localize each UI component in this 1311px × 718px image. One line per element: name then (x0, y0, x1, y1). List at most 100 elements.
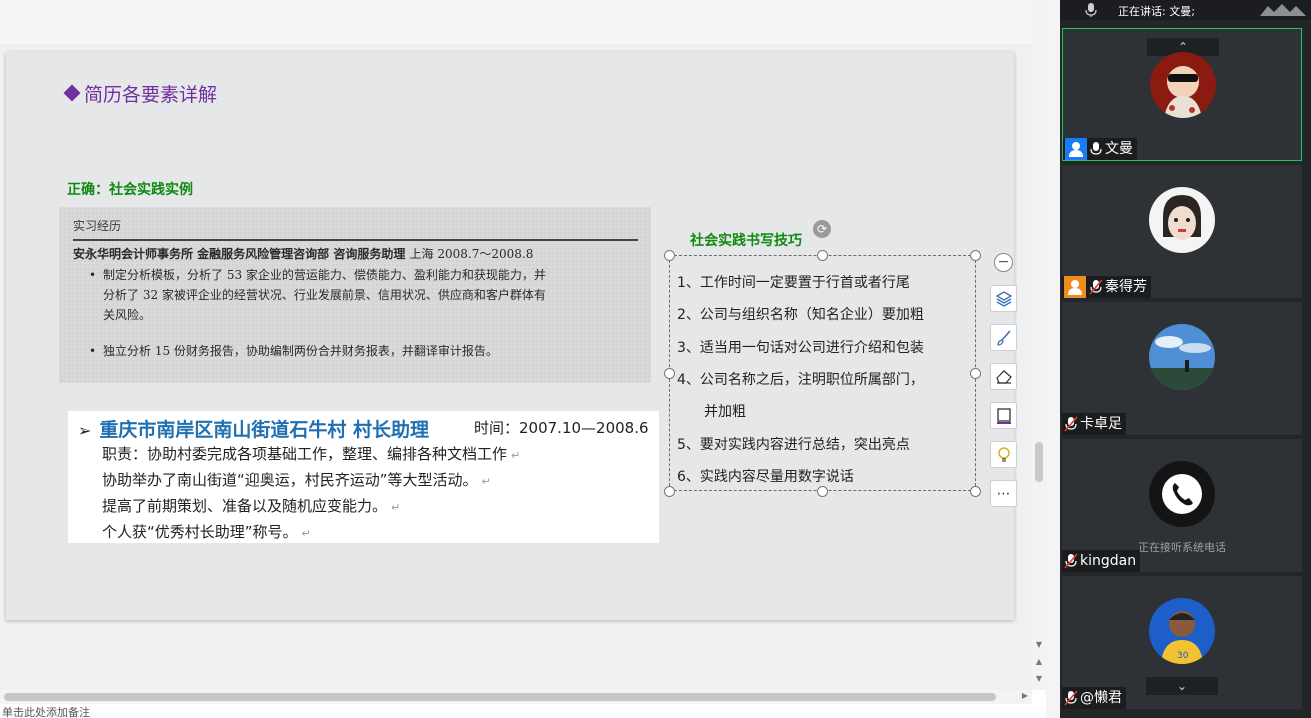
next-page-icon[interactable]: ▼ (1034, 674, 1044, 684)
speaking-bar: 正在讲话: 文曼; (1060, 0, 1311, 20)
avatar-image: 30 (1149, 598, 1215, 664)
muted-microphone-icon (1064, 416, 1078, 432)
prev-page-icon[interactable]: ▲ (1034, 657, 1044, 667)
horizontal-scroll-thumb[interactable] (4, 693, 996, 701)
arrow-bullet-icon: ➢ (78, 421, 92, 440)
tip-item: 5、要对实践内容进行总结，突出亮点 (677, 437, 910, 453)
return-mark-icon: ↵ (511, 449, 521, 462)
scan-bullet-1-line-3: 关风险。 (103, 308, 152, 322)
meeting-panel: 正在讲话: 文曼; ⌃ 文曼 秦得芳 卡卓足 正在接听系统电话 kingdan … (1046, 0, 1311, 718)
lightbulb-button[interactable] (990, 441, 1017, 468)
participant-tile[interactable]: ⌃ 文曼 (1062, 28, 1302, 161)
vertical-scrollbar[interactable]: ▼ ▲ ▼ (1032, 0, 1046, 690)
resize-handle-e[interactable] (970, 368, 981, 379)
screen: 简历各要素详解 正确：社会实践实例 实习经历 安永华明会计师事务所 金融服务风险… (0, 0, 1311, 718)
microphone-icon (1085, 3, 1097, 17)
brush-icon (996, 329, 1011, 346)
participant-name: kingdan (1080, 553, 1137, 569)
village-line-1: 职责：协助村委完成各项基础工作，整理、编排各种文档工作 ↵ (102, 443, 520, 464)
resize-handle-sw[interactable] (664, 486, 675, 497)
village-time: 时间：2007.10—2008.6 (474, 419, 649, 437)
return-mark-icon: ↵ (391, 501, 401, 514)
scan-bullet-1-line-1: 制定分析模板，分析了 53 家企业的营运能力、偿债能力、盈利能力和获现能力，并 (103, 268, 546, 282)
eraser-button[interactable] (990, 363, 1017, 390)
return-mark-icon: ↵ (301, 527, 311, 540)
participant-name-tag: kingdan (1062, 550, 1141, 572)
logo-icon (1260, 4, 1306, 16)
scroll-down-arrow-icon[interactable]: ▼ (1034, 640, 1044, 650)
scan-company: 安永华明会计师事务所 金融服务风险管理咨询部 咨询服务助理 (73, 247, 406, 261)
resize-handle-w[interactable] (664, 368, 675, 379)
microphone-icon (1090, 142, 1102, 155)
scroll-right-arrow-icon[interactable]: ▶ (1020, 691, 1030, 701)
resize-handle-s[interactable] (817, 486, 828, 497)
notes-placeholder[interactable]: 单击此处添加备注 (0, 704, 1046, 718)
resize-handle-nw[interactable] (664, 250, 675, 261)
scan-heading: 实习经历 (73, 219, 122, 233)
resize-handle-ne[interactable] (970, 250, 981, 261)
tip-item: 1、工作时间一定要置于行首或者行尾 (677, 275, 910, 291)
participant-tile[interactable]: 30 ⌄ @懒君 (1062, 576, 1302, 709)
participant-tile[interactable]: 秦得芳 (1062, 165, 1302, 298)
participant-tile[interactable]: 正在接听系统电话 kingdan (1062, 439, 1302, 572)
cohost-badge-icon (1064, 276, 1086, 298)
host-badge-icon (1065, 138, 1087, 160)
editor-top-strip (0, 0, 1032, 46)
village-assistant-image[interactable]: ➢ 重庆市南岸区南山街道石牛村 村长助理 时间：2007.10—2008.6 职责… (68, 411, 659, 543)
avatar-image (1149, 187, 1215, 253)
tips-textbox[interactable]: 1、工作时间一定要置于行首或者行尾 2、公司与组织名称（知名企业）要加粗 3、适… (664, 250, 981, 497)
participant-name-tag: 卡卓足 (1062, 413, 1126, 435)
village-line-2: 协助举办了南山街道“迎奥运，村民齐运动”等大型活动。 ↵ (102, 469, 491, 490)
muted-microphone-icon (1089, 279, 1103, 295)
scan-company-line: 安永华明会计师事务所 金融服务风险管理咨询部 咨询服务助理 上海 2008.7～… (73, 245, 533, 262)
more-icon[interactable]: ⋯ (990, 480, 1017, 507)
vertical-scroll-thumb[interactable] (1035, 442, 1043, 482)
tips-title: 社会实践书写技巧 (690, 233, 802, 249)
presentation-editor: 简历各要素详解 正确：社会实践实例 实习经历 安永华明会计师事务所 金融服务风险… (0, 0, 1046, 718)
avatar: 30 (1149, 598, 1215, 664)
participant-name: 秦得芳 (1105, 279, 1147, 295)
participant-name: 文曼 (1105, 141, 1133, 157)
tip-item-continued: 并加粗 (704, 404, 746, 420)
participant-name-tag: 文曼 (1063, 138, 1137, 160)
scan-bullet-1: 制定分析模板，分析了 53 家企业的营运能力、偿债能力、盈利能力和获现能力，并 … (89, 265, 643, 325)
participant-name: 卡卓足 (1080, 416, 1122, 432)
panel-divider (1046, 0, 1060, 718)
eraser-icon (995, 369, 1012, 384)
village-line-2-text: 协助举办了南山街道“迎奥运，村民齐运动”等大型活动。 (102, 471, 478, 489)
participant-tile[interactable]: 卡卓足 (1062, 302, 1302, 435)
resize-handle-se[interactable] (970, 486, 981, 497)
avatar (1149, 324, 1215, 390)
diamond-bullet-icon (63, 84, 81, 102)
avatar-image (1150, 52, 1216, 118)
avatar (1150, 52, 1216, 118)
scroll-down-button[interactable]: ⌄ (1146, 677, 1218, 695)
brush-button[interactable] (990, 324, 1017, 351)
slide[interactable]: 简历各要素详解 正确：社会实践实例 实习经历 安永华明会计师事务所 金融服务风险… (6, 52, 1017, 620)
avatar-image (1149, 324, 1215, 390)
village-line-3-text: 提高了前期策划、准备以及随机应变能力。 (102, 497, 388, 515)
speaking-indicator: 正在讲话: 文曼; (1118, 5, 1195, 18)
scan-bullet-1-line-2: 分析了 32 家被评企业的经营状况、行业发展前景、信用状况、供应商和客户群体有 (103, 288, 546, 302)
lightbulb-icon (997, 446, 1010, 462)
return-mark-icon: ↵ (481, 475, 491, 488)
horizontal-scrollbar[interactable]: ▶ (0, 690, 1032, 704)
frame-button[interactable] (990, 402, 1017, 429)
village-line-4-text: 个人获“优秀村长助理”称号。 (102, 523, 298, 541)
phone-icon (1149, 461, 1215, 527)
resize-handle-n[interactable] (817, 250, 828, 261)
slide-title-text: 简历各要素详解 (84, 84, 218, 106)
slide-canvas: 简历各要素详解 正确：社会实践实例 实习经历 安永华明会计师事务所 金融服务风险… (0, 46, 1032, 690)
tip-item: 3、适当用一句话对公司进行介绍和包装 (677, 340, 924, 356)
correct-example-label: 正确：社会实践实例 (67, 182, 193, 198)
village-title-row: ➢ 重庆市南岸区南山街道石牛村 村长助理 (78, 415, 429, 442)
internship-scan-image[interactable]: 实习经历 安永华明会计师事务所 金融服务风险管理咨询部 咨询服务助理 上海 20… (59, 207, 651, 383)
collapse-icon[interactable]: − (994, 253, 1013, 272)
rotate-handle-icon[interactable]: ⟳ (813, 220, 831, 238)
frame-icon (996, 407, 1011, 424)
tip-item: 4、公司名称之后，注明职位所属部门， (677, 372, 924, 388)
layers-button[interactable] (990, 285, 1017, 312)
village-line-3: 提高了前期策划、准备以及随机应变能力。 ↵ (102, 495, 400, 516)
svg-text:30: 30 (1177, 651, 1189, 661)
village-title: 重庆市南岸区南山街道石牛村 村长助理 (99, 419, 430, 441)
